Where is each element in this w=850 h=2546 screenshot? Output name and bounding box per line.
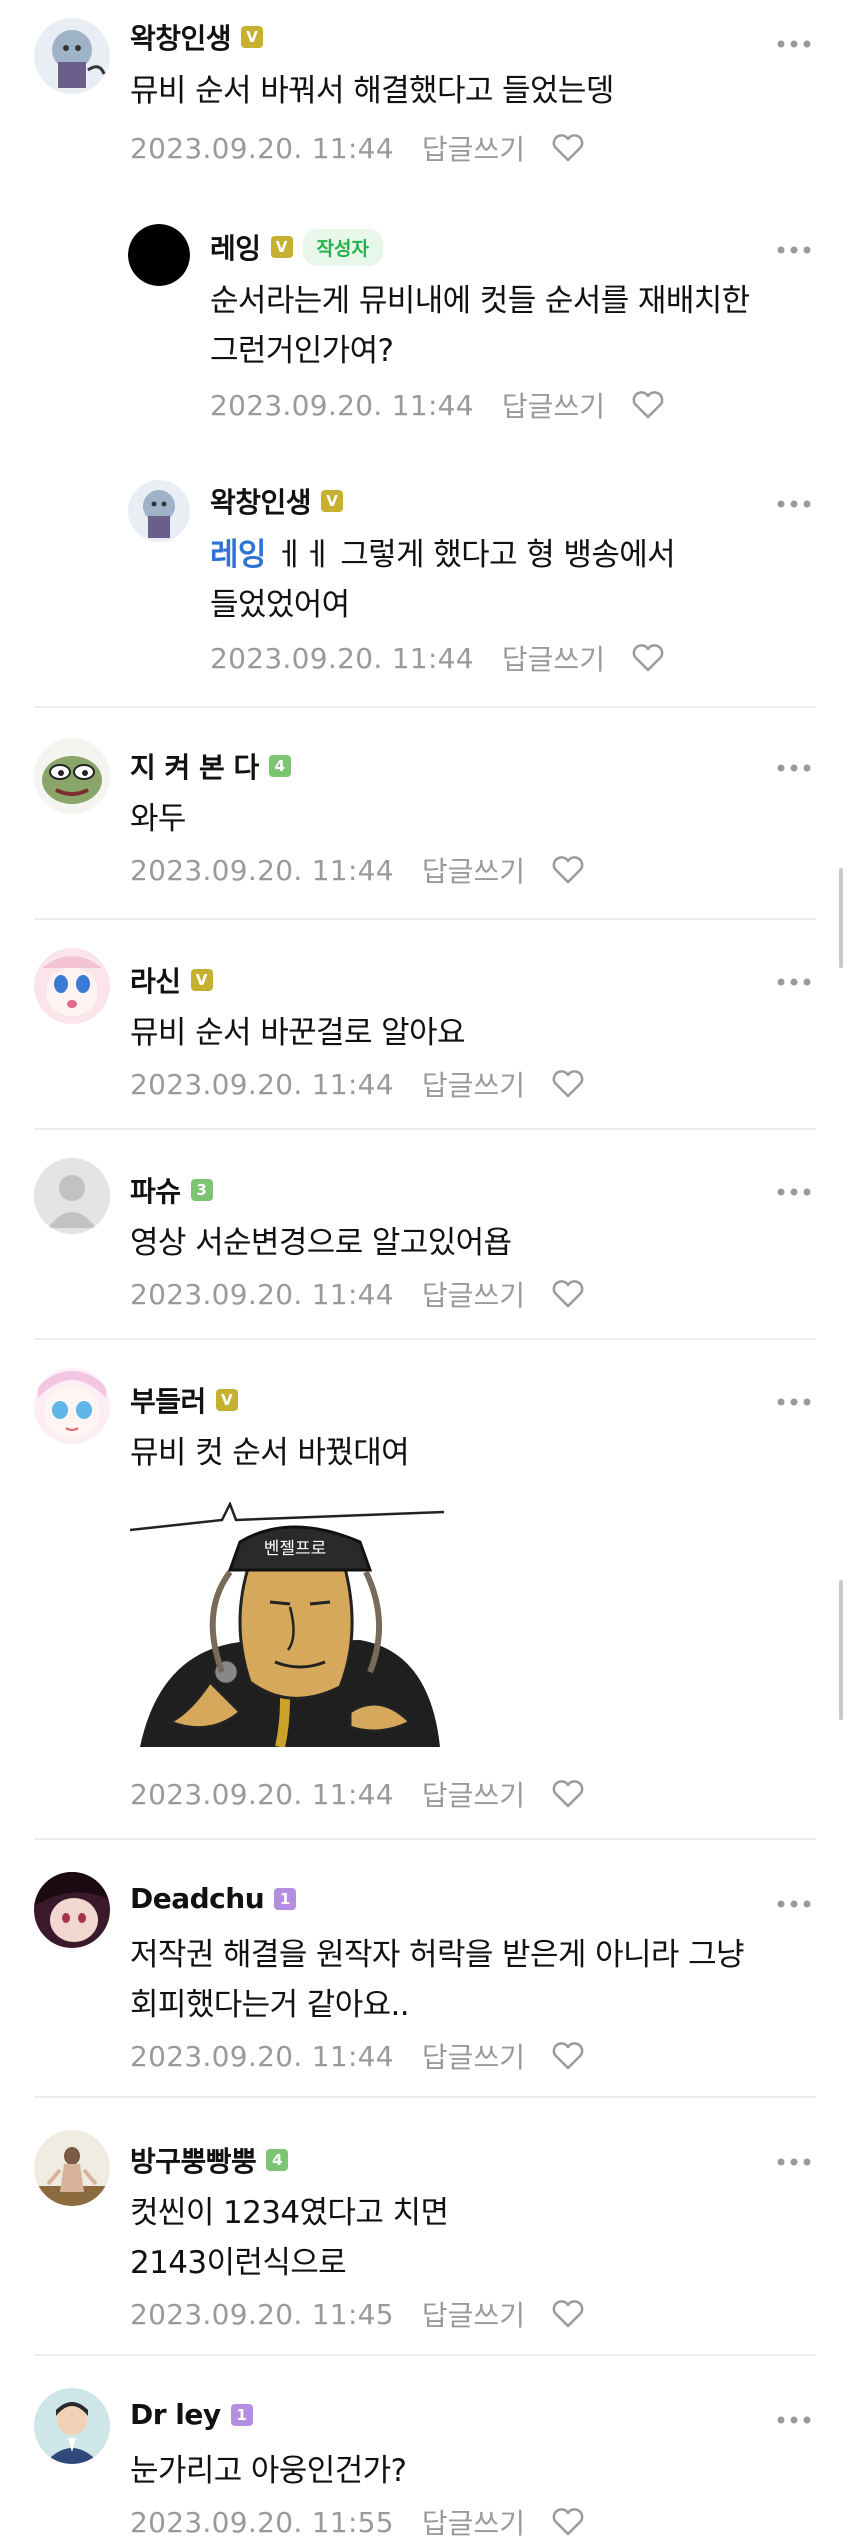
more-dots-icon[interactable] xyxy=(776,2152,812,2166)
reply-button[interactable]: 답글쓰기 xyxy=(502,385,605,425)
avatar[interactable] xyxy=(128,480,190,542)
reply-button[interactable]: 답글쓰기 xyxy=(422,2502,525,2542)
comment-text: 뮤비 순서 바꾼걸로 알아요 xyxy=(130,1015,465,1051)
avatar[interactable] xyxy=(34,948,110,1024)
comment-item: 방구뿡빵뿡 4 컷씬이 1234였다고 치면 2143이런식으로 2023.09… xyxy=(0,2098,850,2356)
avatar[interactable] xyxy=(34,1872,110,1948)
comment-item: 라신 V 뮤비 순서 바꾼걸로 알아요 2023.09.20. 11:44 답글… xyxy=(0,920,850,1130)
comment-text: 순서라는게 뮤비내에 컷들 순서를 재배치한 그런거인가여? xyxy=(210,283,750,369)
comment-date: 2023.09.20. 11:45 xyxy=(130,2297,394,2331)
level-badge: V xyxy=(190,969,213,991)
avatar[interactable] xyxy=(34,2130,110,2206)
nickname[interactable]: 왁창인생 xyxy=(210,481,312,521)
nickname[interactable]: Dr ley xyxy=(130,2398,221,2431)
reply-button[interactable]: 답글쓰기 xyxy=(422,1774,525,1814)
heart-outline-icon[interactable] xyxy=(551,1069,585,1099)
heart-outline-icon[interactable] xyxy=(551,1779,585,1809)
more-dots-icon[interactable] xyxy=(776,1894,812,1908)
nickname[interactable]: 부들러 xyxy=(130,1380,206,1420)
mention-link[interactable]: 레잉 xyxy=(210,537,266,573)
comment-reply-item: 왁창인생 V 레잉 ㅔㅔ 그렇게 했다고 형 뱅송에서 들었었어여 2023.0… xyxy=(0,454,850,708)
comment-item: 파슈 3 영상 서순변경으로 알고있어욥 2023.09.20. 11:44 답… xyxy=(0,1130,850,1340)
nickname[interactable]: 방구뿡빵뿡 xyxy=(130,2140,257,2180)
author-badge: 작성자 xyxy=(302,228,383,266)
comment-text: 영상 서순변경으로 알고있어욥 xyxy=(130,1225,512,1261)
comment-date: 2023.09.20. 11:44 xyxy=(130,1777,394,1811)
level-badge: V xyxy=(270,236,293,258)
reply-button[interactable]: 답글쓰기 xyxy=(422,850,525,890)
heart-outline-icon[interactable] xyxy=(551,2507,585,2537)
comment-date: 2023.09.20. 11:44 xyxy=(210,641,474,675)
more-dots-icon[interactable] xyxy=(776,2410,812,2424)
comment-text: 와두 xyxy=(130,801,186,837)
comment-date: 2023.09.20. 11:44 xyxy=(210,388,474,422)
more-dots-icon[interactable] xyxy=(776,1182,812,1196)
sticker-cap-text: 벤젤프로 xyxy=(264,1539,327,1559)
sticker-image[interactable]: 벤젤프로 xyxy=(130,1502,444,1747)
comment-text: 뮤비 컷 순서 바꿨대여 xyxy=(130,1435,410,1471)
reply-button[interactable]: 답글쓰기 xyxy=(502,638,605,678)
level-badge: 1 xyxy=(274,1887,297,1910)
more-dots-icon[interactable] xyxy=(776,34,812,48)
avatar[interactable] xyxy=(34,18,110,94)
nickname[interactable]: Deadchu xyxy=(130,1882,265,1915)
heart-outline-icon[interactable] xyxy=(631,643,665,673)
level-badge: V xyxy=(241,26,264,48)
comment-item: 왁창인생 V 뮤비 순서 바꿔서 해결했다고 들었는뎅 2023.09.20. … xyxy=(0,0,850,200)
comment-text: 저작권 해결을 원작자 허락을 받은게 아니라 그냥 회피했다는거 같아요.. xyxy=(130,1937,745,2023)
nickname[interactable]: 지 켜 본 다 xyxy=(130,746,259,786)
comment-text: 눈가리고 아웅인건가? xyxy=(130,2453,407,2489)
level-badge: 1 xyxy=(230,2403,253,2426)
heart-outline-icon[interactable] xyxy=(551,855,585,885)
nickname[interactable]: 레잉 xyxy=(210,227,261,267)
nickname[interactable]: 파슈 xyxy=(130,1170,181,1210)
comment-text-content: ㅔㅔ 그렇게 했다고 형 뱅송에서 들었었어여 xyxy=(210,537,676,623)
comment-date: 2023.09.20. 11:44 xyxy=(130,131,394,165)
avatar[interactable] xyxy=(128,224,190,286)
comment-item: 지 켜 본 다 4 와두 2023.09.20. 11:44 답글쓰기 xyxy=(0,708,850,920)
reply-button[interactable]: 답글쓰기 xyxy=(422,128,525,168)
more-dots-icon[interactable] xyxy=(776,240,812,254)
comment-item: 부들러 V 뮤비 컷 순서 바꿨대여 벤젤프로 2023.09.20. 11:4… xyxy=(0,1340,850,1840)
heart-outline-icon[interactable] xyxy=(551,1279,585,1309)
heart-outline-icon[interactable] xyxy=(631,390,665,420)
comment-date: 2023.09.20. 11:55 xyxy=(130,2505,394,2539)
comment-text: 레잉 ㅔㅔ 그렇게 했다고 형 뱅송에서 들었었어여 xyxy=(210,530,822,630)
avatar[interactable] xyxy=(34,738,110,814)
heart-outline-icon[interactable] xyxy=(551,2299,585,2329)
more-dots-icon[interactable] xyxy=(776,758,812,772)
nickname[interactable]: 라신 xyxy=(130,960,181,1000)
nickname[interactable]: 왁창인생 xyxy=(130,17,232,57)
avatar[interactable] xyxy=(34,2388,110,2464)
heart-outline-icon[interactable] xyxy=(551,2041,585,2071)
level-badge: 3 xyxy=(190,1179,213,1201)
reply-button[interactable]: 답글쓰기 xyxy=(422,1274,525,1314)
level-badge: V xyxy=(215,1389,238,1411)
comment-date: 2023.09.20. 11:44 xyxy=(130,2039,394,2073)
comment-text: 뮤비 순서 바꿔서 해결했다고 들었는뎅 xyxy=(130,73,614,109)
comment-reply-item: 레잉 V 작성자 순서라는게 뮤비내에 컷들 순서를 재배치한 그런거인가여? … xyxy=(0,200,850,454)
level-badge: 4 xyxy=(268,755,291,777)
reply-button[interactable]: 답글쓰기 xyxy=(422,2036,525,2076)
more-dots-icon[interactable] xyxy=(776,972,812,986)
level-badge: 4 xyxy=(266,2149,289,2171)
avatar[interactable] xyxy=(34,1158,110,1234)
comment-item: Deadchu 1 저작권 해결을 원작자 허락을 받은게 아니라 그냥 회피했… xyxy=(0,1840,850,2098)
comment-date: 2023.09.20. 11:44 xyxy=(130,853,394,887)
level-badge: V xyxy=(321,490,344,512)
reply-button[interactable]: 답글쓰기 xyxy=(422,1064,525,1104)
avatar[interactable] xyxy=(34,1368,110,1444)
comment-date: 2023.09.20. 11:44 xyxy=(130,1067,394,1101)
comment-text: 컷씬이 1234였다고 치면 2143이런식으로 xyxy=(130,2195,449,2281)
more-dots-icon[interactable] xyxy=(776,1392,812,1406)
more-dots-icon[interactable] xyxy=(776,494,812,508)
comment-date: 2023.09.20. 11:44 xyxy=(130,1277,394,1311)
comment-item: Dr ley 1 눈가리고 아웅인건가? 2023.09.20. 11:55 답… xyxy=(0,2356,850,2546)
reply-button[interactable]: 답글쓰기 xyxy=(422,2294,525,2334)
heart-outline-icon[interactable] xyxy=(551,133,585,163)
